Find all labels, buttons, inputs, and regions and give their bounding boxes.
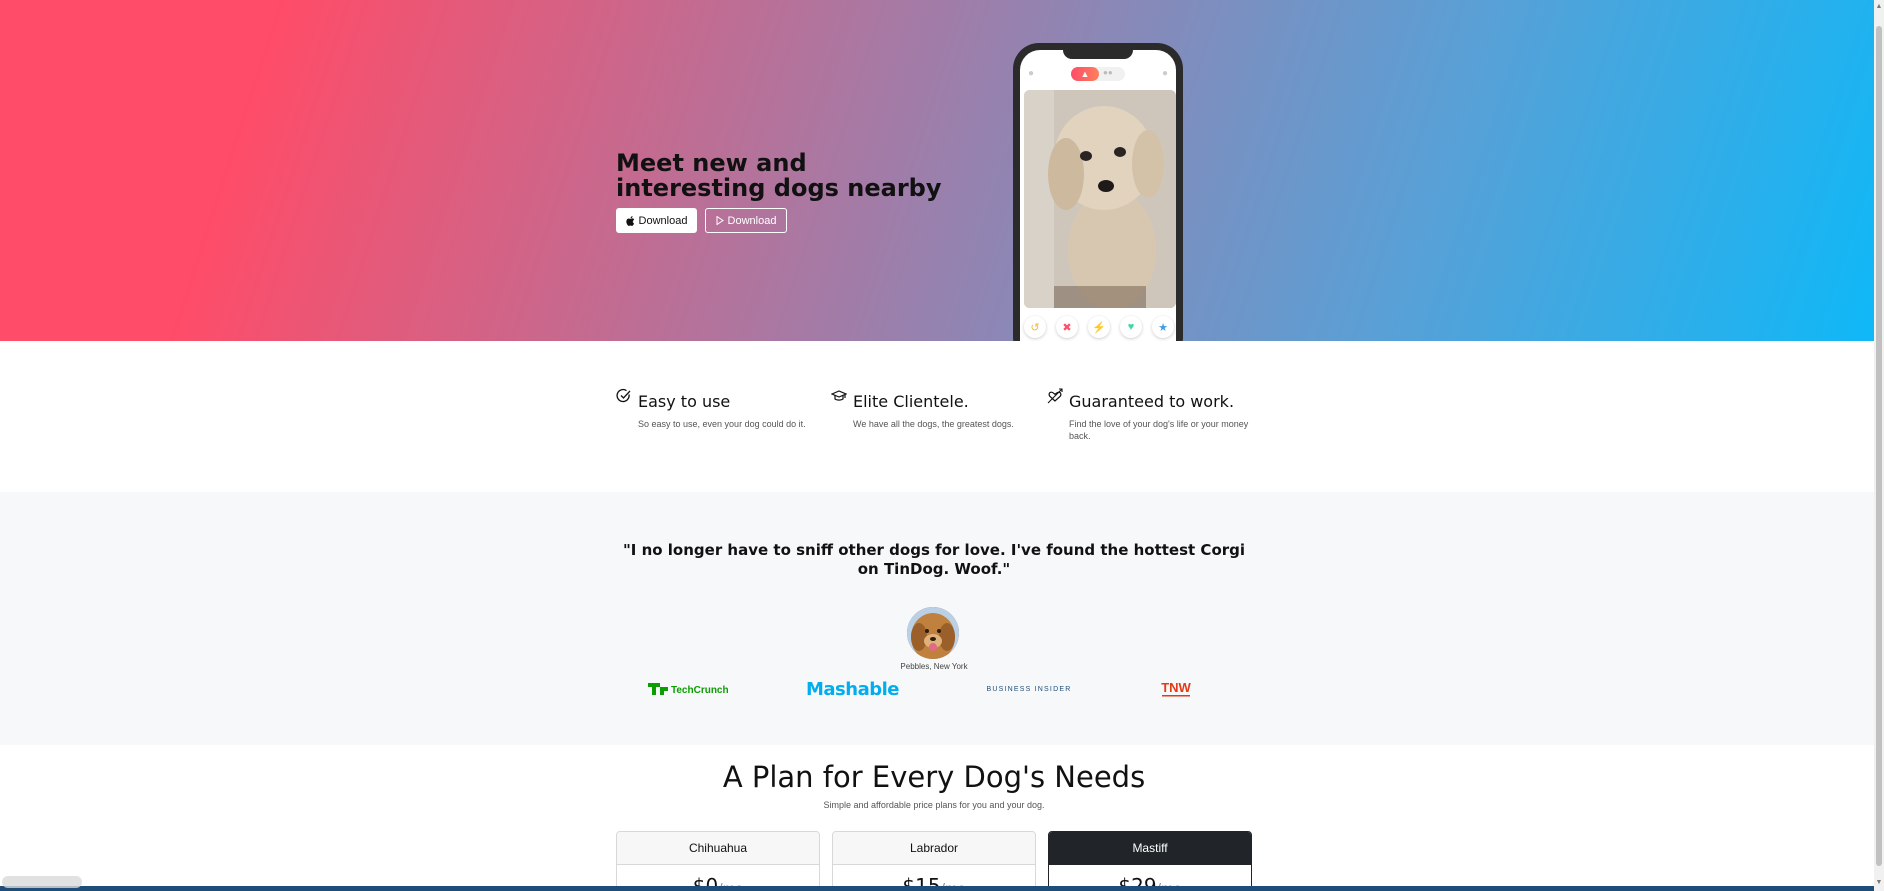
- phone-mockup: ● ▲ ●● ● ↺ ✖ ⚡ ♥ ★: [1013, 43, 1183, 341]
- pricing-subtitle: Simple and affordable price plans for yo…: [823, 800, 1045, 810]
- graduation-cap-icon: [831, 390, 847, 401]
- plan-name: Labrador: [833, 832, 1035, 865]
- download-button-label: Download: [727, 214, 777, 227]
- feature-description: Find the love of your dog's life or your…: [1069, 419, 1249, 441]
- vertical-scrollbar[interactable]: ▲ ▼: [1874, 0, 1884, 891]
- google-play-icon: [716, 216, 724, 225]
- pricing-section: A Plan for Every Dog's Needs Simple and …: [0, 745, 1874, 891]
- mode-toggle: ▲ ●●: [1071, 67, 1125, 81]
- app-store-download-button[interactable]: Download: [616, 208, 697, 233]
- techcrunch-logo: TechCrunch: [648, 678, 732, 700]
- google-play-download-button[interactable]: Download: [705, 208, 787, 233]
- scroll-up-icon[interactable]: ▲: [1875, 2, 1883, 10]
- group-icon: ●●: [1103, 68, 1113, 77]
- check-circle-icon: [616, 388, 631, 403]
- dog-avatar-illustration: [907, 607, 959, 659]
- dog-photo: [1024, 90, 1176, 308]
- plan-card-chihuahua: Chihuahua $0/mo: [616, 831, 820, 891]
- floating-pill[interactable]: [2, 876, 82, 888]
- plan-name: Chihuahua: [617, 832, 819, 865]
- phone-notch: [1063, 50, 1133, 59]
- scroll-down-icon[interactable]: ▼: [1875, 878, 1883, 886]
- download-button-label: Download: [638, 214, 688, 227]
- page: Meet new and interesting dogs nearby Dow…: [0, 0, 1874, 891]
- heart-arrow-icon: [1047, 388, 1063, 404]
- feature-title: Elite Clientele.: [853, 392, 969, 411]
- boost-icon: ⚡: [1088, 316, 1110, 338]
- dog-illustration: [1024, 90, 1176, 308]
- testimonial-quote: "I no longer have to sniff other dogs fo…: [622, 541, 1246, 578]
- taskbar-edge: [0, 886, 1874, 891]
- plan-name: Mastiff: [1049, 832, 1251, 865]
- nope-icon: ✖: [1056, 316, 1078, 338]
- hero-title: Meet new and interesting dogs nearby: [616, 149, 942, 202]
- chat-icon: ●: [1161, 67, 1169, 79]
- hero-section: Meet new and interesting dogs nearby Dow…: [0, 0, 1874, 341]
- tnw-wordmark: TNW: [1161, 680, 1191, 695]
- apple-icon: [625, 215, 634, 226]
- feature-title: Easy to use: [638, 392, 731, 411]
- feature-title: Guaranteed to work.: [1069, 392, 1235, 411]
- profile-icon: ●: [1027, 67, 1035, 79]
- plan-card-labrador: Labrador $15/mo: [832, 831, 1036, 891]
- testimonial-author: Pebbles, New York: [900, 662, 968, 671]
- testimonial-section: "I no longer have to sniff other dogs fo…: [0, 492, 1874, 745]
- mashable-logo: Mashable: [806, 678, 900, 700]
- plan-card-mastiff: Mastiff $29/mo: [1048, 831, 1252, 891]
- phone-screen: ● ▲ ●● ● ↺ ✖ ⚡ ♥ ★: [1020, 50, 1176, 341]
- tnw-logo: TNW: [1158, 678, 1194, 700]
- like-icon: ♥: [1120, 316, 1142, 338]
- flame-icon: ▲: [1071, 67, 1099, 81]
- feature-description: We have all the dogs, the greatest dogs.: [853, 419, 1014, 429]
- techcrunch-wordmark: TechCrunch: [671, 685, 729, 696]
- features-section: Easy to use So easy to use, even your do…: [0, 341, 1874, 492]
- business-insider-logo: BUSINESS INSIDER: [986, 685, 1072, 693]
- avatar: [907, 607, 959, 659]
- pricing-title: A Plan for Every Dog's Needs: [722, 760, 1146, 794]
- undo-icon: ↺: [1024, 316, 1046, 338]
- feature-description: So easy to use, even your dog could do i…: [638, 419, 806, 429]
- super-like-icon: ★: [1152, 316, 1174, 338]
- scrollbar-thumb[interactable]: [1876, 26, 1882, 866]
- phone-action-bar: ↺ ✖ ⚡ ♥ ★: [1024, 316, 1174, 338]
